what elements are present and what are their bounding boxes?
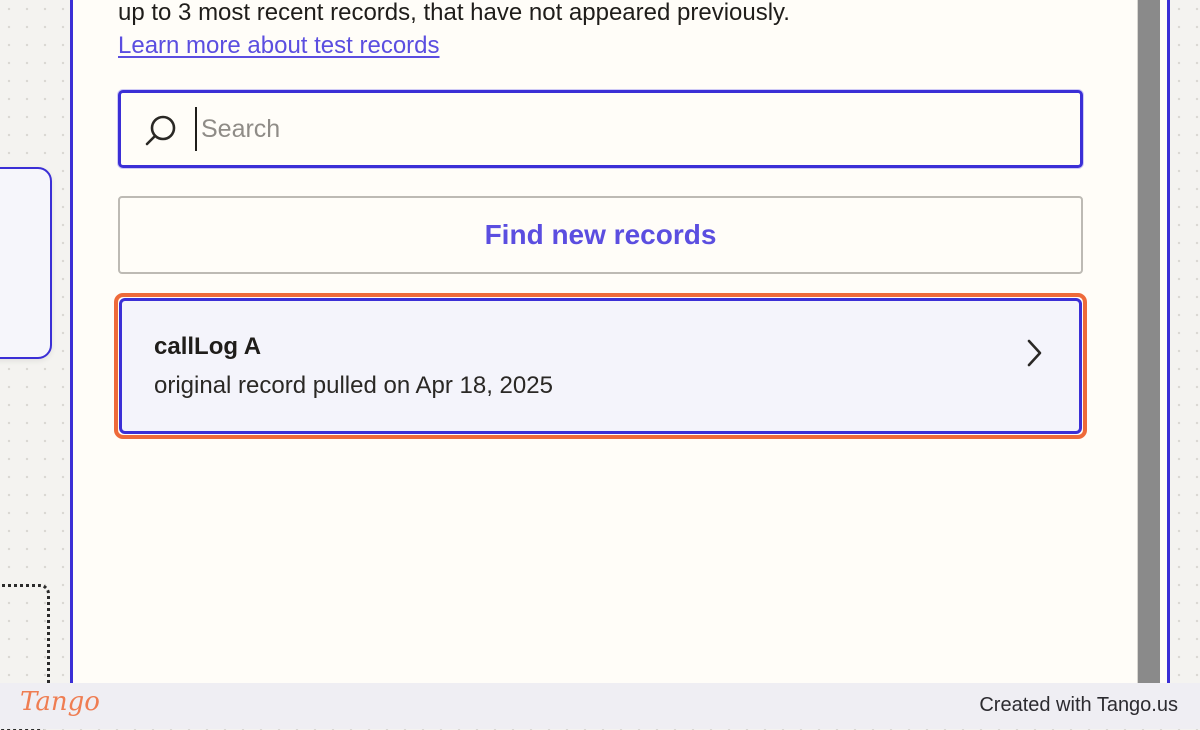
intro-text: up to 3 most recent records, that have n… (118, 0, 790, 26)
record-item[interactable]: callLog A original record pulled on Apr … (114, 293, 1087, 439)
search-field[interactable] (118, 90, 1083, 168)
tango-logo: Tango (20, 687, 100, 717)
background-node-card (0, 167, 52, 359)
record-subtitle: original record pulled on Apr 18, 2025 (154, 372, 553, 399)
search-input[interactable] (195, 107, 1061, 151)
record-title: callLog A (154, 333, 262, 360)
record-item-body: callLog A original record pulled on Apr … (119, 298, 1082, 434)
panel-scrollbar[interactable] (1137, 0, 1160, 683)
find-new-records-button[interactable]: Find new records (118, 196, 1083, 274)
search-icon (145, 115, 176, 146)
footer-credit: Created with Tango.us (979, 694, 1178, 716)
chevron-right-icon (1027, 339, 1042, 367)
scrollbar-thumb[interactable] (1138, 0, 1160, 683)
footer-bar: Tango Created with Tango.us (0, 683, 1200, 729)
learn-more-link[interactable]: Learn more about test records (118, 32, 440, 60)
